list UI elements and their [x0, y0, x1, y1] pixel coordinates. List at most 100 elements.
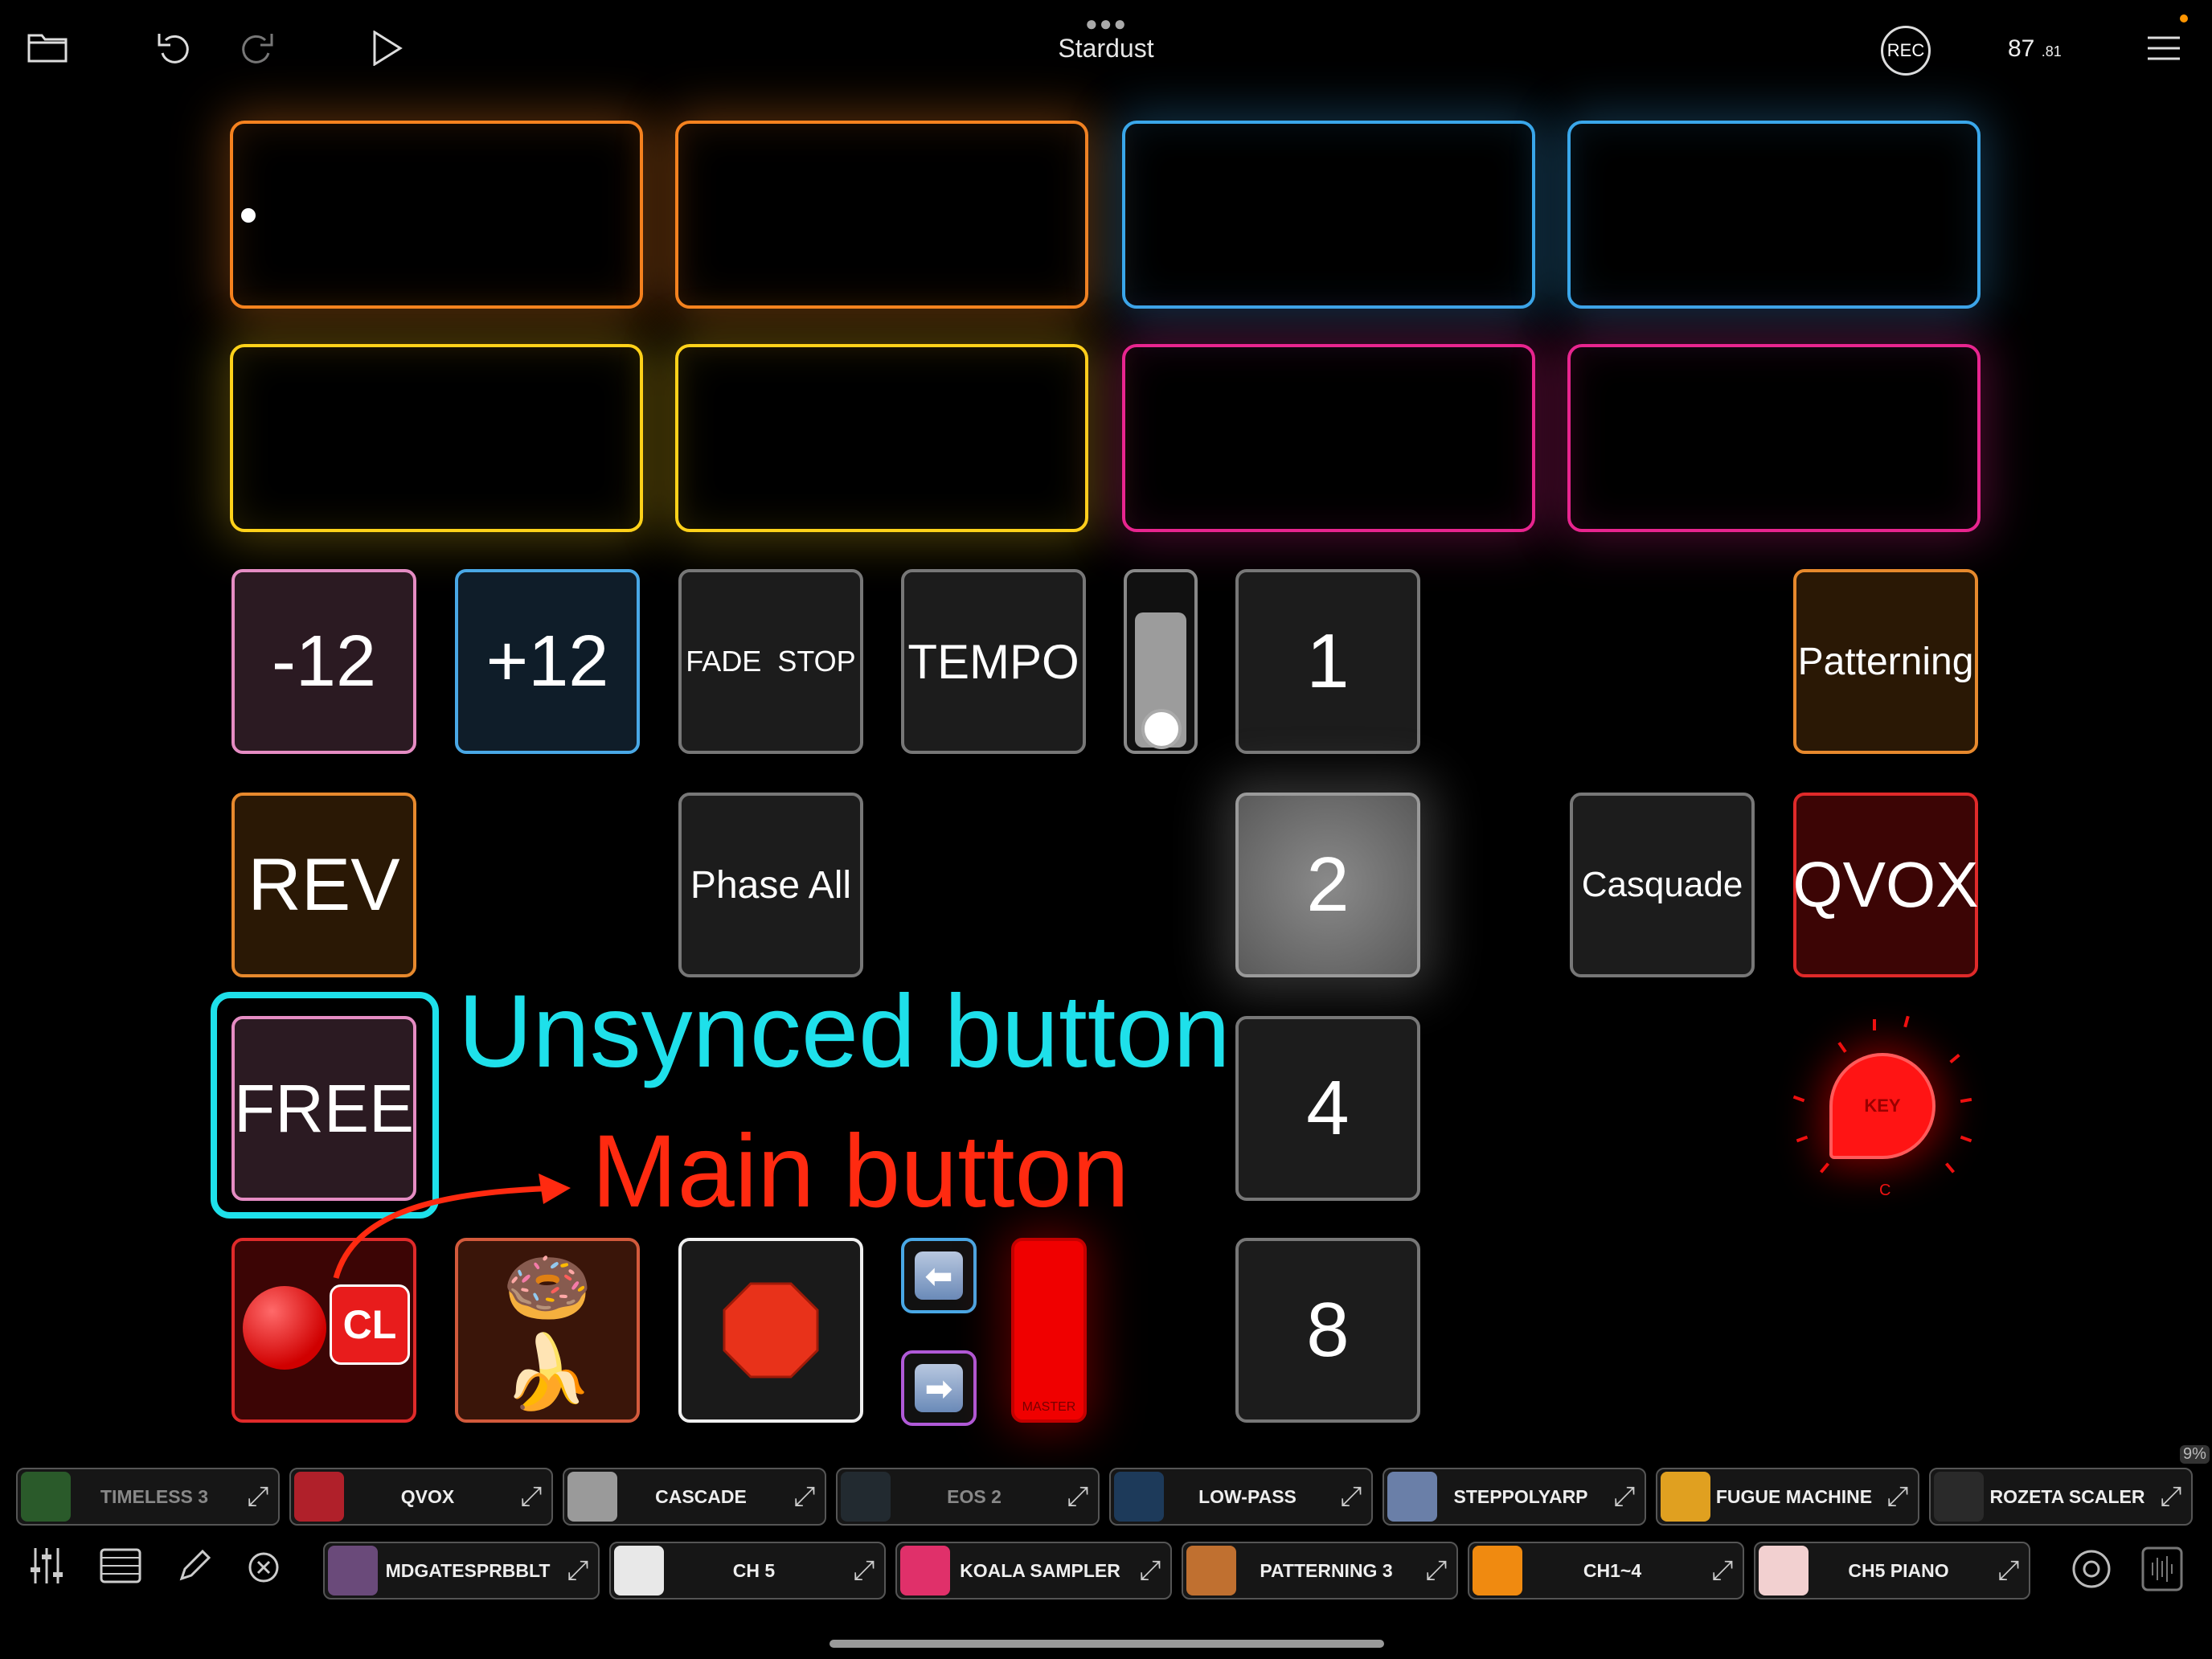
- expand-icon[interactable]: ⤢: [1416, 1555, 1456, 1587]
- plugin-slot[interactable]: EOS 2 ⤢: [836, 1468, 1100, 1526]
- expand-icon[interactable]: ⤢: [1989, 1555, 2029, 1587]
- plugin-icon: [1473, 1546, 1522, 1596]
- qvox-label: QVOX: [1792, 849, 1979, 920]
- clear-badge: CL: [330, 1284, 410, 1365]
- menu-icon[interactable]: [2146, 32, 2181, 64]
- mixer-icon[interactable]: [29, 1546, 64, 1593]
- plugin-slot[interactable]: QVOX ⤢: [289, 1468, 553, 1526]
- pad-2[interactable]: [675, 121, 1088, 309]
- plugin-name: CH 5: [732, 1559, 776, 1581]
- plugin-slot[interactable]: KOALA SAMPLER ⤢: [895, 1542, 1172, 1600]
- knob-tick: [1960, 1097, 1972, 1104]
- play-icon[interactable]: [368, 29, 407, 68]
- expand-icon[interactable]: ⤢: [1702, 1555, 1743, 1587]
- patterning-label: Patterning: [1797, 640, 1974, 683]
- plugin-slot[interactable]: CH 5 ⤢: [609, 1542, 886, 1600]
- plugin-name: CH1~4: [1583, 1559, 1642, 1581]
- expand-icon[interactable]: ⤢: [784, 1481, 825, 1513]
- plugin-slot[interactable]: PATTERNING 3 ⤢: [1182, 1542, 1458, 1600]
- expand-icon[interactable]: ⤢: [2151, 1481, 2191, 1513]
- expand-icon[interactable]: ⤢: [1058, 1481, 1098, 1513]
- plugin-slot[interactable]: CH5 PIANO ⤢: [1754, 1542, 2030, 1600]
- plugin-slot[interactable]: FUGUE MACHINE ⤢: [1656, 1468, 1919, 1526]
- plugin-icon: [1759, 1546, 1809, 1596]
- expand-icon[interactable]: ⤢: [558, 1555, 598, 1587]
- bpm-value: 87: [2008, 35, 2035, 62]
- tempo-button[interactable]: TEMPO: [901, 569, 1086, 754]
- more-icon[interactable]: ●●●: [1085, 11, 1128, 36]
- home-indicator: [830, 1640, 1384, 1648]
- list-icon[interactable]: [100, 1548, 141, 1591]
- pad-5[interactable]: [230, 344, 643, 532]
- casquade-button[interactable]: Casquade: [1570, 793, 1755, 977]
- plugin-slot[interactable]: MDGATESPRBBLT ⤢: [323, 1542, 600, 1600]
- transpose-up-label: +12: [485, 621, 609, 702]
- pad-6[interactable]: [675, 344, 1088, 532]
- scene-4-button[interactable]: 4: [1235, 1016, 1420, 1201]
- plugin-icon: [841, 1472, 891, 1522]
- master-fader[interactable]: MASTER: [1011, 1238, 1087, 1423]
- scene-4-label: 4: [1306, 1065, 1350, 1151]
- pad-8[interactable]: [1567, 344, 1981, 532]
- plugin-slot[interactable]: LOW-PASS ⤢: [1109, 1468, 1373, 1526]
- expand-icon[interactable]: ⤢: [511, 1481, 551, 1513]
- undo-icon[interactable]: [154, 27, 195, 68]
- pad-7[interactable]: [1122, 344, 1535, 532]
- scene-1-button[interactable]: 1: [1235, 569, 1420, 754]
- plugin-slot[interactable]: STEPPOLYARP ⤢: [1382, 1468, 1646, 1526]
- pad-3[interactable]: [1122, 121, 1535, 309]
- folder-icon[interactable]: [27, 29, 68, 64]
- plugin-name: STEPPOLYARP: [1453, 1485, 1588, 1507]
- qvox-button[interactable]: QVOX: [1792, 793, 1979, 977]
- transpose-up-button[interactable]: +12: [455, 569, 640, 754]
- knob-tick: [1903, 1015, 1910, 1028]
- phase-all-button[interactable]: Phase All: [678, 793, 863, 977]
- plugin-icon: [294, 1472, 344, 1522]
- plugin-name: FUGUE MACHINE: [1715, 1485, 1873, 1507]
- transpose-down-label: -12: [271, 621, 377, 702]
- key-knob[interactable]: KEY: [1829, 1053, 1936, 1159]
- expand-icon[interactable]: ⤢: [1604, 1481, 1645, 1513]
- scene-2-label: 2: [1306, 842, 1350, 928]
- scene-8-button[interactable]: 8: [1235, 1238, 1420, 1423]
- expand-icon[interactable]: ⤢: [1878, 1481, 1918, 1513]
- tempo-label: TEMPO: [907, 634, 1079, 689]
- plugin-slot[interactable]: TIMELESS 3 ⤢: [16, 1468, 280, 1526]
- pad-4[interactable]: [1567, 121, 1981, 309]
- plugin-icon: [1387, 1472, 1437, 1522]
- transpose-down-button[interactable]: -12: [231, 569, 416, 754]
- annotation-arrow: [333, 1174, 571, 1279]
- tempo-slider[interactable]: [1124, 569, 1198, 754]
- next-button[interactable]: ➡: [901, 1350, 977, 1426]
- patterning-button[interactable]: Patterning: [1793, 569, 1978, 754]
- playhead-dot: [241, 208, 256, 223]
- expand-icon[interactable]: ⤢: [844, 1555, 884, 1587]
- record-button[interactable]: REC: [1881, 26, 1931, 76]
- plugin-name: KOALA SAMPLER: [960, 1559, 1120, 1581]
- expand-icon[interactable]: ⤢: [1331, 1481, 1371, 1513]
- fade-stop-button[interactable]: FADE STOP: [678, 569, 863, 754]
- unsynced-annotation: Unsynced button: [458, 974, 1231, 1089]
- settings-icon[interactable]: [2071, 1548, 2112, 1598]
- expand-icon[interactable]: ⤢: [1130, 1555, 1170, 1587]
- waveform-icon[interactable]: [2141, 1546, 2183, 1600]
- plugin-name: CH5 PIANO: [1848, 1559, 1949, 1581]
- close-icon[interactable]: [248, 1551, 280, 1591]
- rev-button[interactable]: REV: [231, 793, 416, 977]
- previous-button[interactable]: ⬅: [901, 1238, 977, 1313]
- expand-icon[interactable]: ⤢: [238, 1481, 278, 1513]
- plugin-icon: [328, 1546, 378, 1596]
- scene-2-button[interactable]: 2: [1235, 793, 1420, 977]
- plugin-slot[interactable]: CH1~4 ⤢: [1468, 1542, 1744, 1600]
- plugin-slot[interactable]: CASCADE ⤢: [563, 1468, 826, 1526]
- cpu-percent: 9%: [2180, 1445, 2210, 1464]
- arrow-left-icon: ⬅: [915, 1251, 963, 1300]
- plugin-icon: [614, 1546, 664, 1596]
- plugin-name: PATTERNING 3: [1260, 1559, 1393, 1581]
- stop-button[interactable]: [678, 1238, 863, 1423]
- redo-icon[interactable]: [236, 27, 276, 68]
- tempo-readout[interactable]: 87 .81: [2008, 35, 2062, 63]
- pad-1[interactable]: [230, 121, 643, 309]
- plugin-slot[interactable]: ROZETA SCALER ⤢: [1929, 1468, 2193, 1526]
- pencil-icon[interactable]: [177, 1548, 212, 1591]
